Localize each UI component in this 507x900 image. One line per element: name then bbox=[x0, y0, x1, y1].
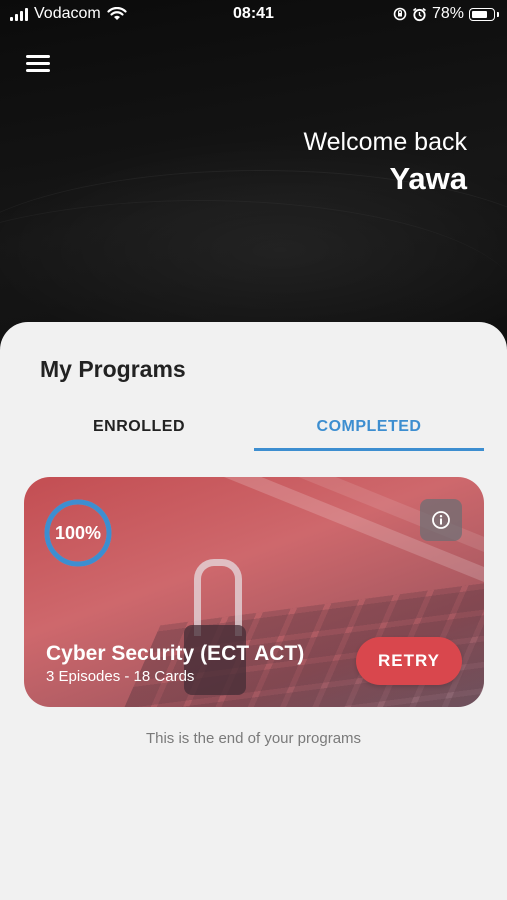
section-title: My Programs bbox=[40, 356, 186, 382]
active-tab-indicator bbox=[254, 448, 484, 451]
header-background: Vodacom 08:41 78% Welcome back Yawa bbox=[0, 0, 507, 360]
welcome-greeting: Welcome back bbox=[303, 128, 468, 156]
tab-completed[interactable]: COMPLETED bbox=[254, 418, 484, 450]
alarm-icon bbox=[412, 7, 426, 21]
program-card[interactable]: 100% Cyber Security (ECT ACT) 3 Episodes… bbox=[24, 477, 484, 707]
programs-sheet: My Programs ENROLLED COMPLETED 100% Cybe… bbox=[0, 322, 507, 900]
hamburger-menu-icon[interactable] bbox=[26, 55, 52, 75]
program-title: Cyber Security (ECT ACT) bbox=[46, 642, 305, 665]
welcome-block: Welcome back Yawa bbox=[304, 128, 468, 197]
status-bar: Vodacom 08:41 78% bbox=[0, 0, 507, 30]
user-name: Yawa bbox=[389, 161, 467, 196]
program-subtitle: 3 Episodes - 18 Cards bbox=[46, 668, 195, 685]
retry-button[interactable]: RETRY bbox=[356, 637, 462, 685]
info-icon bbox=[432, 511, 450, 529]
battery-percent: 78% bbox=[431, 5, 464, 22]
progress-label: 100% bbox=[54, 523, 102, 543]
tab-enrolled[interactable]: ENROLLED bbox=[24, 418, 254, 450]
battery-icon bbox=[469, 7, 499, 21]
info-button[interactable] bbox=[420, 499, 462, 541]
end-of-list-note: This is the end of your programs bbox=[145, 730, 362, 747]
rotation-lock-icon bbox=[393, 7, 407, 21]
